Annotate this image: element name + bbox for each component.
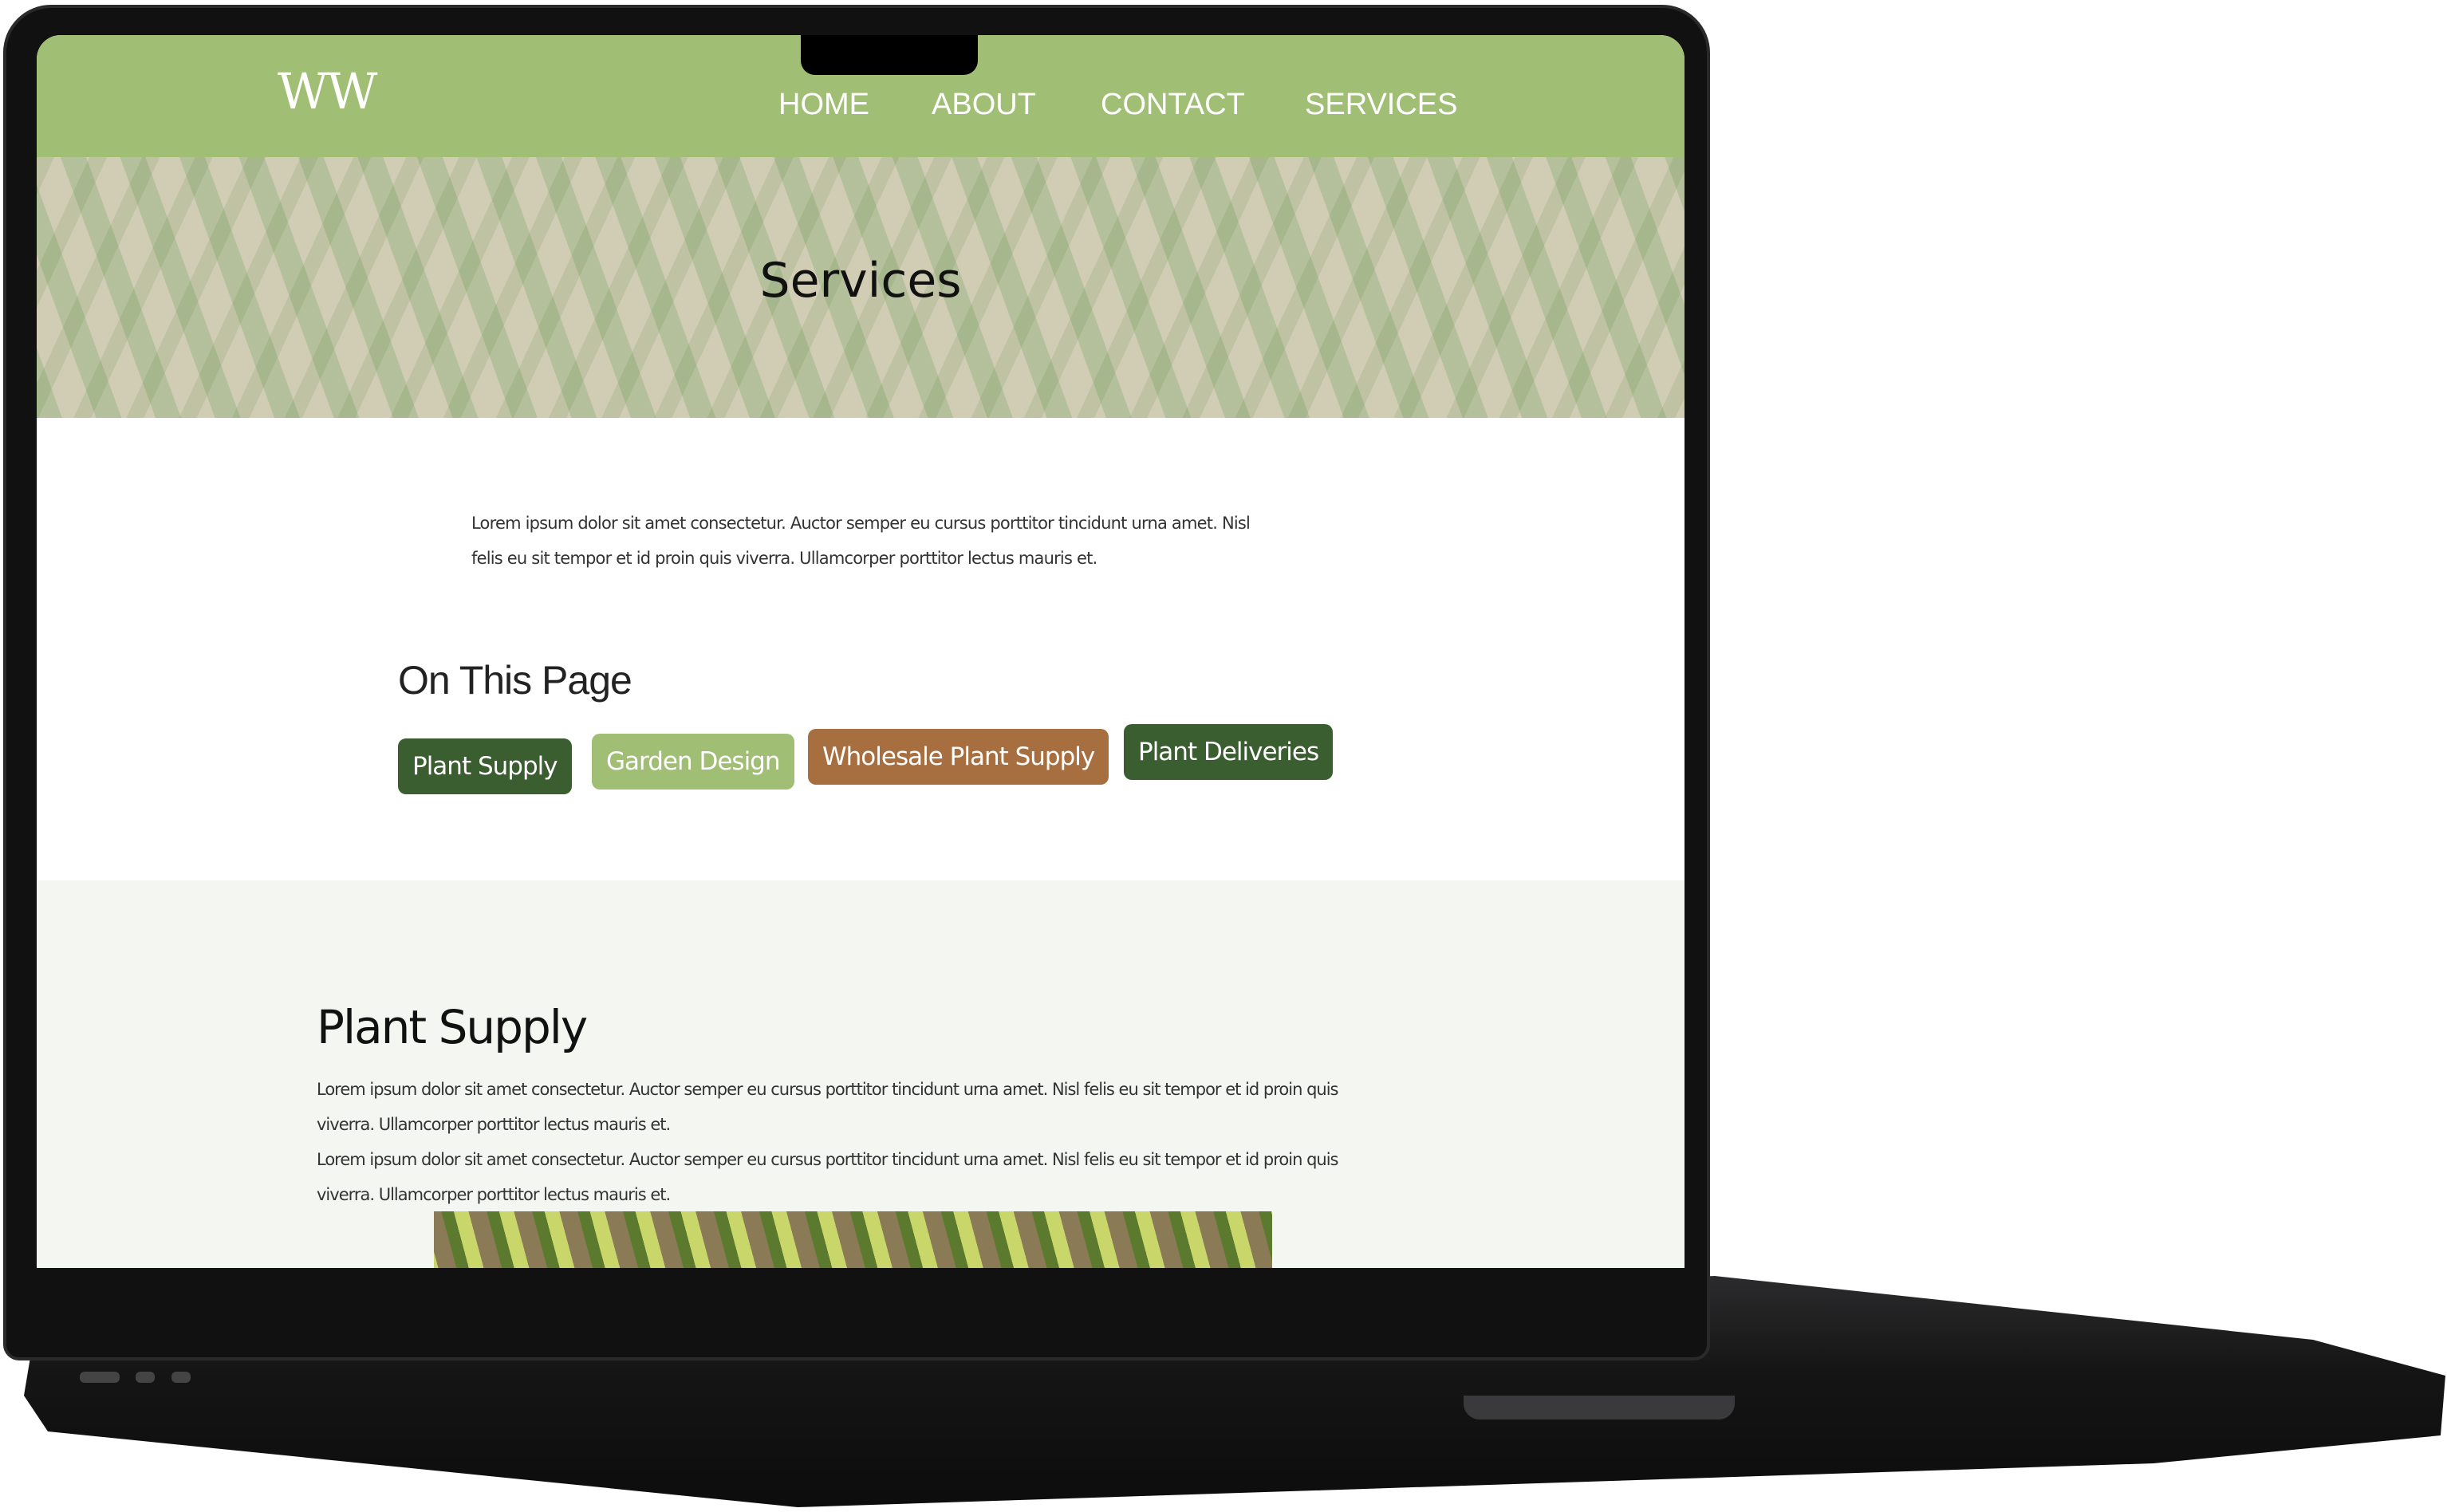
on-this-page-heading: On This Page [398, 658, 632, 703]
paragraph-2: Lorem ipsum dolor sit amet consectetur. … [317, 1150, 1338, 1204]
website-screen: WW HOME ABOUT CONTACT SERVICES Services … [37, 35, 1685, 1268]
usb-port [171, 1372, 191, 1383]
usb-port [136, 1372, 155, 1383]
nav-contact[interactable]: CONTACT [1101, 88, 1245, 122]
plant-supply-text: Lorem ipsum dolor sit amet consectetur. … [317, 1072, 1377, 1212]
garden-design-button[interactable]: Garden Design [592, 734, 794, 789]
page-title: Services [759, 253, 962, 309]
trackpad-notch [1464, 1396, 1735, 1419]
nav-services[interactable]: SERVICES [1305, 88, 1457, 122]
paragraph-1: Lorem ipsum dolor sit amet consectetur. … [317, 1080, 1338, 1134]
wholesale-plant-supply-button[interactable]: Wholesale Plant Supply [808, 729, 1109, 785]
camera-notch [801, 35, 978, 75]
site-logo[interactable]: WW [278, 62, 377, 120]
plant-supply-photo [434, 1211, 1272, 1268]
nav-about[interactable]: ABOUT [932, 88, 1036, 122]
usb-port [80, 1372, 120, 1383]
plant-supply-button[interactable]: Plant Supply [398, 738, 572, 794]
intro-text: Lorem ipsum dolor sit amet consectetur. … [471, 514, 1251, 568]
plant-supply-section: Plant Supply Lorem ipsum dolor sit amet … [37, 880, 1685, 1268]
plant-deliveries-button[interactable]: Plant Deliveries [1124, 724, 1334, 780]
hero-banner: Services [37, 157, 1685, 418]
plant-supply-heading: Plant Supply [317, 1000, 588, 1054]
nav-home[interactable]: HOME [778, 88, 869, 122]
